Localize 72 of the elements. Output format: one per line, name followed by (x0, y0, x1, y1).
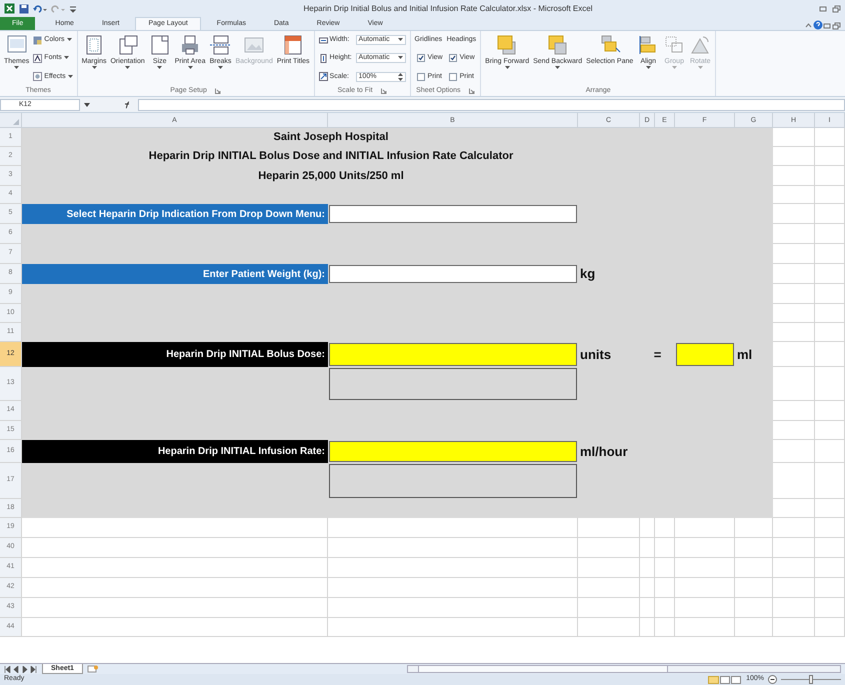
field-label: Enter Patient Weight (kg): (22, 264, 328, 284)
equals-sign: = (652, 346, 662, 364)
dialog-launcher-icon[interactable] (380, 88, 387, 94)
bring-forward-icon (496, 34, 518, 56)
spinner-arrows-icon (398, 72, 403, 81)
dropdown-caret-icon[interactable] (84, 102, 90, 108)
heading-text: Saint Joseph Hospital (272, 130, 390, 146)
undo-icon[interactable] (33, 4, 47, 14)
orientation-icon (116, 34, 139, 56)
view-buttons-icon[interactable] (708, 676, 742, 684)
dropdown-caret-icon (218, 66, 223, 70)
dropdown-caret-icon (157, 66, 162, 70)
fonts-icon (33, 54, 42, 63)
restore-icon (832, 22, 841, 30)
select-all-button[interactable] (0, 113, 22, 128)
unit-text: kg (579, 265, 596, 284)
triangle-icon (13, 119, 19, 125)
minimize-icon[interactable] (819, 4, 828, 12)
dropdown-caret-icon (698, 66, 703, 70)
checkbox[interactable] (416, 54, 425, 62)
checkbox[interactable] (448, 72, 457, 81)
checkbox[interactable] (448, 54, 457, 62)
height-icon (318, 54, 328, 63)
breaks-icon (209, 34, 232, 56)
heading-text: Heparin Drip INITIAL Bolus Dose and INITIAL Infusion Rate Calculator (148, 149, 514, 164)
checkbox[interactable] (416, 72, 425, 81)
unit-text: ml/hour (579, 442, 629, 461)
dropdown-caret-icon (66, 38, 72, 42)
colors-icon (33, 36, 42, 45)
input-cell[interactable] (329, 265, 577, 283)
dropdown-caret-icon (672, 66, 677, 70)
unit-text: ml (736, 346, 754, 364)
dropdown-caret-icon (92, 66, 97, 70)
width-icon (318, 36, 328, 45)
customize-toolbar-icon[interactable] (69, 4, 77, 14)
size-icon (148, 34, 171, 56)
heading-text: Heparin 25,000 Units/250 ml (257, 168, 405, 184)
field-label: Select Heparin Drip Indication From Drop Down Menu: (22, 204, 328, 224)
effects-icon (33, 72, 42, 82)
field-label: Heparin Drip INITIAL Infusion Rate: (22, 440, 328, 463)
dropdown-caret-icon (398, 56, 403, 60)
unit-text: units (579, 346, 612, 364)
print-titles-icon (282, 34, 304, 56)
zoom-out-icon[interactable] (768, 675, 777, 684)
dialog-launcher-icon[interactable] (468, 88, 475, 94)
rotate-icon (689, 34, 712, 56)
formula-field[interactable] (138, 98, 845, 110)
dialog-launcher-icon[interactable] (214, 88, 221, 94)
result-cell (676, 343, 734, 366)
horizontal-scrollbar[interactable] (406, 665, 841, 673)
insert-sheet-icon[interactable] (86, 665, 99, 673)
scale-icon (318, 72, 328, 82)
collapse-ribbon-icon (804, 21, 813, 30)
dropdown-caret-icon (125, 66, 130, 70)
excel-logo-icon[interactable] (4, 3, 15, 14)
dropdown-caret-icon (555, 66, 560, 70)
dropdown-caret-icon (68, 74, 73, 79)
dropdown-caret-icon (398, 38, 403, 42)
dropdown-caret-icon (504, 66, 510, 70)
dropdown-caret-icon (646, 66, 651, 70)
dropdown-caret-icon (14, 66, 20, 70)
minimize-icon (823, 22, 832, 30)
dropdown-caret-icon (188, 66, 193, 70)
dropdown-caret-icon (64, 56, 69, 60)
slider-thumb[interactable] (809, 675, 813, 684)
field-label: Heparin Drip INITIAL Bolus Dose: (22, 342, 328, 367)
sheet-navigation-icon[interactable] (4, 666, 38, 672)
input-cell[interactable] (329, 205, 577, 223)
save-icon[interactable] (19, 4, 29, 14)
restore-icon[interactable] (832, 4, 841, 12)
send-backward-icon (546, 34, 569, 56)
window-title: Heparin Drip Initial Bolus and Initial Infusion Rate Calculator.xlsx - Microsoft Excel (302, 2, 594, 14)
